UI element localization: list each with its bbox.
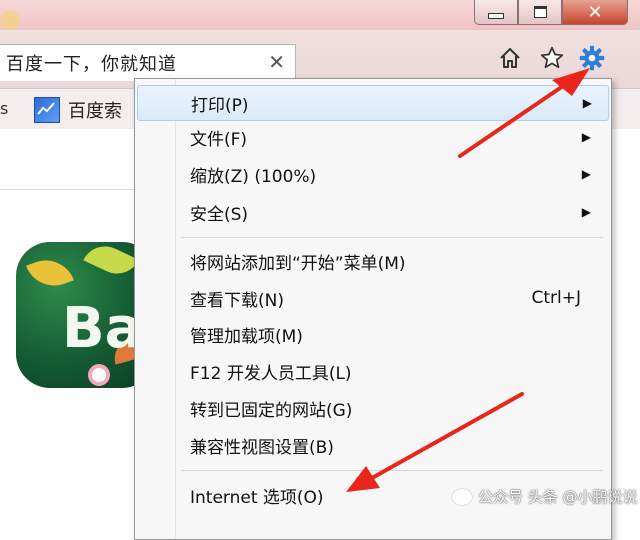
menu-item-file[interactable]: 文件(F) ▶: [137, 120, 607, 154]
menu-item-label: 转到已固定的网站(G): [190, 400, 353, 421]
menu-item-label: 文件(F): [190, 129, 248, 150]
submenu-arrow-icon: ▶: [581, 130, 591, 144]
menu-item-zoom[interactable]: 缩放(Z) (100%) ▶: [137, 157, 607, 191]
menu-item-label: 将网站添加到“开始”菜单(M): [190, 253, 406, 274]
divider: [0, 189, 140, 190]
home-button[interactable]: [496, 44, 524, 72]
gear-icon: [579, 45, 605, 71]
doodle-text: Ba: [62, 296, 143, 361]
close-window-button[interactable]: ✕: [562, 0, 628, 25]
menu-item-print[interactable]: 打印(P) ▶: [137, 85, 609, 121]
menu-item-dev-tools[interactable]: F12 开发人员工具(L): [137, 354, 607, 388]
menu-item-label: 安全(S): [190, 204, 249, 225]
menu-separator: [181, 237, 603, 238]
favorites-item-label: 百度索: [68, 101, 122, 122]
favorite-site-icon: [34, 97, 60, 123]
window-controls: ✕: [474, 0, 628, 26]
favorites-button[interactable]: [538, 44, 566, 72]
tools-button[interactable]: [578, 44, 606, 72]
menu-item-label: Internet 选项(O): [190, 487, 324, 508]
menu-item-pinned-sites[interactable]: 转到已固定的网站(G): [137, 391, 607, 425]
leaf-decoration: [26, 252, 74, 294]
menu-item-safety[interactable]: 安全(S) ▶: [137, 195, 607, 229]
favorites-bar-edge: s: [0, 99, 9, 118]
maximize-button[interactable]: [518, 0, 562, 25]
leaf-decoration: [83, 242, 139, 282]
menu-item-label: 管理加载项(M): [190, 326, 303, 347]
menu-item-label: 查看下载(N): [190, 290, 284, 311]
menu-item-add-to-start[interactable]: 将网站添加到“开始”菜单(M): [137, 244, 607, 278]
window-title-bar: ✕: [0, 0, 640, 30]
menu-item-label: F12 开发人员工具(L): [190, 363, 352, 384]
menu-item-view-downloads[interactable]: 查看下载(N) Ctrl+J: [137, 281, 607, 315]
menu-separator: [181, 470, 603, 471]
menu-item-compat-view[interactable]: 兼容性视图设置(B): [137, 428, 607, 462]
watermark: 公众号 头条 @小鹏说说: [452, 486, 638, 507]
submenu-arrow-icon: ▶: [582, 96, 592, 110]
wechat-icon: [452, 488, 472, 505]
flower-decoration: [92, 368, 106, 382]
menu-item-label: 缩放(Z) (100%): [190, 166, 317, 187]
tools-menu: 打印(P) ▶ 文件(F) ▶ 缩放(Z) (100%) ▶ 安全(S) ▶ 将…: [134, 78, 612, 540]
menu-shortcut: Ctrl+J: [531, 288, 581, 308]
favorites-item[interactable]: 百度索: [34, 97, 122, 123]
minimize-icon: [488, 13, 504, 19]
tab-title: 百度一下，你就知道: [6, 54, 177, 75]
menu-item-label: 打印(P): [191, 95, 249, 116]
watermark-text: 公众号 头条 @小鹏说说: [478, 488, 638, 506]
submenu-arrow-icon: ▶: [581, 167, 591, 181]
tab-close-icon[interactable]: ✕: [268, 50, 285, 74]
maximize-icon: [533, 6, 547, 18]
submenu-arrow-icon: ▶: [581, 205, 591, 219]
menu-item-manage-addons[interactable]: 管理加载项(M): [137, 317, 607, 351]
close-icon: ✕: [587, 1, 603, 23]
star-icon: [540, 46, 564, 69]
minimize-button[interactable]: [474, 0, 518, 25]
home-icon: [500, 48, 520, 68]
menu-item-label: 兼容性视图设置(B): [190, 437, 334, 458]
browser-tab[interactable]: 百度一下，你就知道 ✕: [0, 44, 296, 81]
